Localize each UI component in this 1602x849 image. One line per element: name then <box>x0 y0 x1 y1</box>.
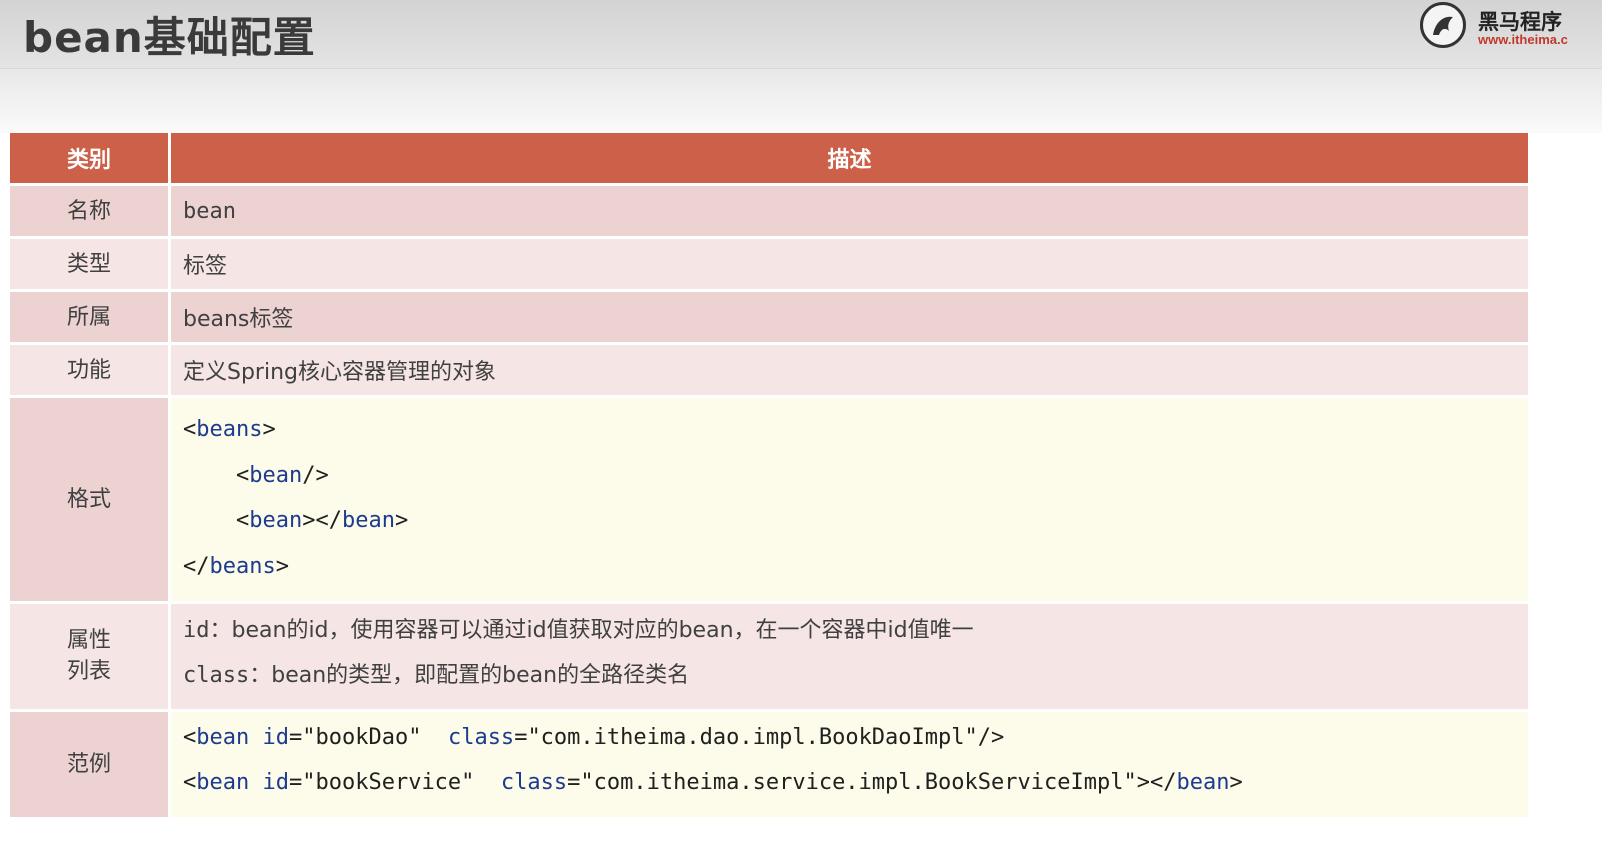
attributes-row: 属性 列表 id：bean的id，使用容器可以通过id值获取对应的bean，在一… <box>10 603 1528 712</box>
example-row: 范例 <bean id="bookDao" class="com.itheima… <box>10 711 1528 818</box>
table-row: 所属 beans标签 <box>10 292 1528 345</box>
table-row: 名称 bean <box>10 186 1528 239</box>
itheima-logo: 黑马程序 www.itheima.c <box>1418 0 1602 52</box>
attribute-line: class：bean的类型，即配置的bean的全路径类名 <box>183 662 690 688</box>
row-description: beans标签 <box>171 292 1528 345</box>
slide-title: bean基础配置 <box>23 13 316 62</box>
table-row: 功能 定义Spring核心容器管理的对象 <box>10 345 1528 398</box>
format-category: 格式 <box>10 398 171 604</box>
code-line: <bean id="bookDao" class="com.itheima.da… <box>183 724 1005 750</box>
example-code: <bean id="bookDao" class="com.itheima.da… <box>171 711 1528 818</box>
logo-url: www.itheima.c <box>1478 32 1568 47</box>
attributes-category: 属性 列表 <box>10 603 171 712</box>
attributes-category-line2: 列表 <box>66 659 111 685</box>
header-description: 描述 <box>171 133 1528 186</box>
code-line: <beans> <box>183 417 276 442</box>
attributes-category-line1: 属性 <box>66 628 111 654</box>
row-description: bean <box>171 186 1528 239</box>
header-category: 类别 <box>10 133 171 186</box>
attributes-block: id：bean的id，使用容器可以通过id值获取对应的bean，在一个容器中id… <box>183 604 1528 709</box>
code-line: </beans> <box>183 554 289 580</box>
table-row: 类型 标签 <box>10 239 1528 292</box>
code-line: <bean id="bookService" class="com.itheim… <box>183 770 1243 796</box>
code-line: <bean></bean> <box>235 508 409 534</box>
attributes-list: id：bean的id，使用容器可以通过id值获取对应的bean，在一个容器中id… <box>171 603 1528 712</box>
row-category: 类型 <box>10 239 171 292</box>
attribute-line: id：bean的id，使用容器可以通过id值获取对应的bean，在一个容器中id… <box>183 617 974 643</box>
table-header-row: 类别 描述 <box>10 133 1528 186</box>
format-code-block: <beans> <bean/> <bean></bean> </beans> <box>183 398 1528 601</box>
format-code: <beans> <bean/> <bean></bean> </beans> <box>171 398 1528 604</box>
format-row: 格式 <beans> <bean/> <bean></bean> </beans… <box>10 398 1528 604</box>
horse-icon <box>1420 2 1466 48</box>
row-category: 名称 <box>10 186 171 239</box>
bean-config-table: 类别 描述 名称 bean 类型 标签 所属 beans标签 功能 定义Spri… <box>10 133 1528 818</box>
example-code-block: <bean id="bookDao" class="com.itheima.da… <box>183 712 1528 817</box>
row-category: 所属 <box>10 292 171 345</box>
code-line: <bean/> <box>235 462 329 488</box>
example-category: 范例 <box>10 711 171 818</box>
row-category: 功能 <box>10 345 171 398</box>
row-description: 定义Spring核心容器管理的对象 <box>171 345 1528 398</box>
row-description: 标签 <box>171 239 1528 292</box>
title-shadow-band <box>0 69 1602 133</box>
